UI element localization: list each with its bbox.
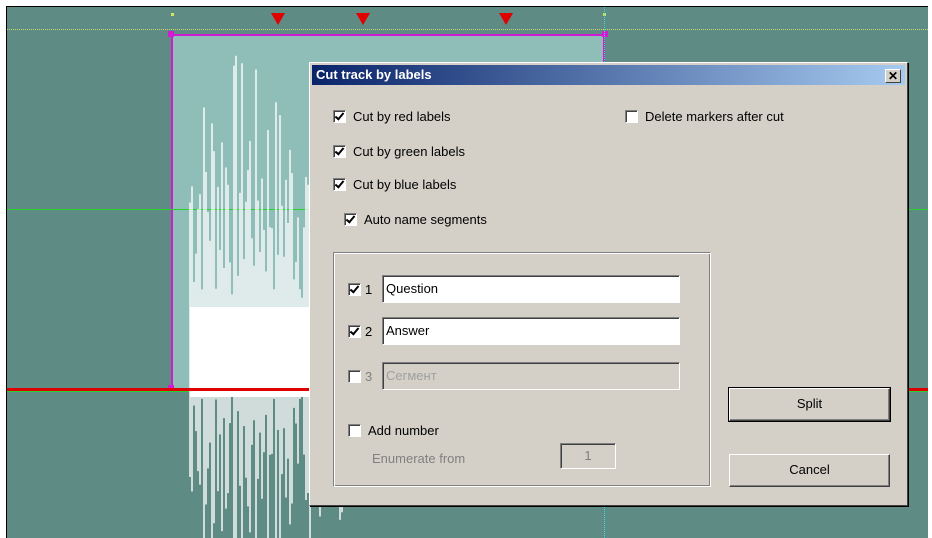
dialog-title: Cut track by labels xyxy=(316,67,432,82)
cut-red-label: Cut by red labels xyxy=(353,109,451,124)
segment-row-1: 1 Question xyxy=(348,275,680,303)
split-button[interactable]: Split xyxy=(728,387,891,422)
cut-track-dialog: Cut track by labels ✕ Cut by red labels … xyxy=(309,62,908,506)
auto-name-label: Auto name segments xyxy=(364,212,487,227)
segment-1-number: 1 xyxy=(365,281,373,297)
cut-blue-checkbox[interactable] xyxy=(333,178,346,191)
cut-red-checkbox[interactable] xyxy=(333,110,346,123)
segment-3-number: 3 xyxy=(365,368,373,384)
enumerate-from-input: 1 xyxy=(560,443,616,469)
cut-blue-label: Cut by blue labels xyxy=(353,177,457,192)
close-icon[interactable]: ✕ xyxy=(885,69,901,83)
segment-row-2: 2 Answer xyxy=(348,317,680,345)
cut-green-option[interactable]: Cut by green labels xyxy=(333,144,465,159)
dialog-titlebar[interactable]: Cut track by labels ✕ xyxy=(312,65,905,85)
cut-green-checkbox[interactable] xyxy=(333,145,346,158)
cut-green-label: Cut by green labels xyxy=(353,144,466,159)
delete-markers-option[interactable]: Delete markers after cut xyxy=(625,109,784,124)
add-number-checkbox[interactable] xyxy=(348,424,361,437)
auto-name-checkbox[interactable] xyxy=(344,213,357,226)
enumerate-from-label: Enumerate from xyxy=(372,451,466,466)
segment-1-checkbox[interactable] xyxy=(348,282,361,296)
segment-names-group: 1 Question 2 Answer 3 Сегмент Add number… xyxy=(333,252,711,487)
segment-2-number: 2 xyxy=(365,323,373,339)
delete-markers-label: Delete markers after cut xyxy=(645,109,784,124)
cancel-button[interactable]: Cancel xyxy=(729,454,890,487)
auto-name-option[interactable]: Auto name segments xyxy=(344,212,487,227)
segment-3-checkbox[interactable] xyxy=(348,369,361,383)
delete-markers-checkbox[interactable] xyxy=(625,110,638,123)
add-number-label: Add number xyxy=(368,423,439,438)
segment-3-name-input: Сегмент xyxy=(382,362,680,390)
add-number-option[interactable]: Add number xyxy=(348,423,439,438)
segment-2-checkbox[interactable] xyxy=(348,324,361,338)
cut-blue-option[interactable]: Cut by blue labels xyxy=(333,177,456,192)
segment-2-name-input[interactable]: Answer xyxy=(382,317,680,345)
waveform-core xyxy=(190,307,320,397)
segment-1-name-input[interactable]: Question xyxy=(382,275,680,303)
segment-row-3: 3 Сегмент xyxy=(348,362,680,390)
cut-red-option[interactable]: Cut by red labels xyxy=(333,109,451,124)
